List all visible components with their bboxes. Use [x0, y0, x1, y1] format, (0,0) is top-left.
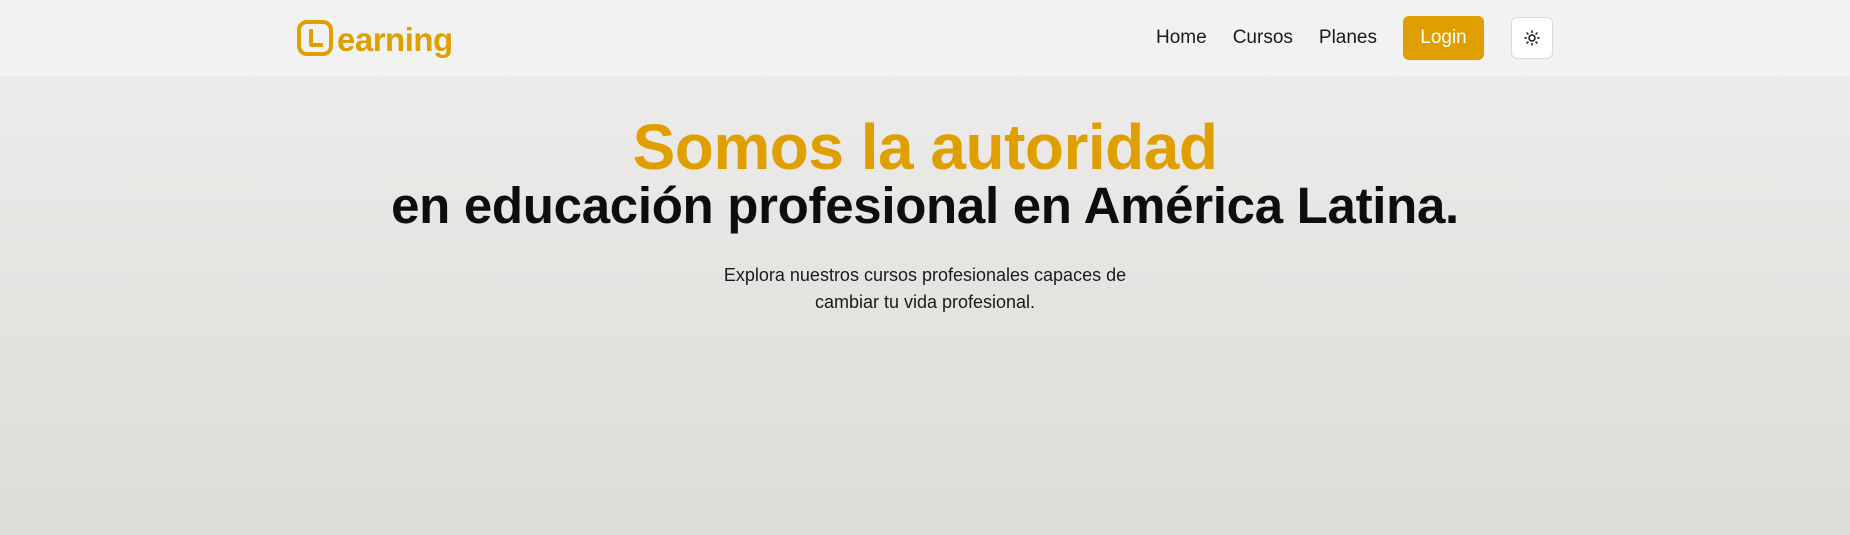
- login-button[interactable]: Login: [1403, 16, 1484, 60]
- navbar: earning Home Cursos Planes Login: [0, 0, 1850, 76]
- hero-title-main: en educación profesional en América Lati…: [391, 177, 1459, 234]
- brand-name: earning: [337, 20, 453, 58]
- navbar-inner: earning Home Cursos Planes Login: [297, 0, 1553, 76]
- logo-mark-icon: [297, 20, 333, 56]
- nav-link-planes[interactable]: Planes: [1319, 27, 1377, 49]
- sun-icon: [1524, 30, 1540, 46]
- brand-logo-link[interactable]: earning: [297, 20, 453, 56]
- hero-section: Somos la autoridad en educación profesio…: [0, 112, 1850, 316]
- hero-title-accent: Somos la autoridad: [632, 111, 1218, 183]
- hero-subtitle: Explora nuestros cursos profesionales ca…: [723, 265, 1127, 312]
- logo-letter-l-shape: [309, 29, 323, 47]
- theme-toggle-button[interactable]: [1511, 17, 1553, 59]
- nav-link-home[interactable]: Home: [1156, 27, 1207, 49]
- nav-link-cursos[interactable]: Cursos: [1233, 27, 1293, 49]
- main-nav: Home Cursos Planes Login: [1156, 16, 1553, 60]
